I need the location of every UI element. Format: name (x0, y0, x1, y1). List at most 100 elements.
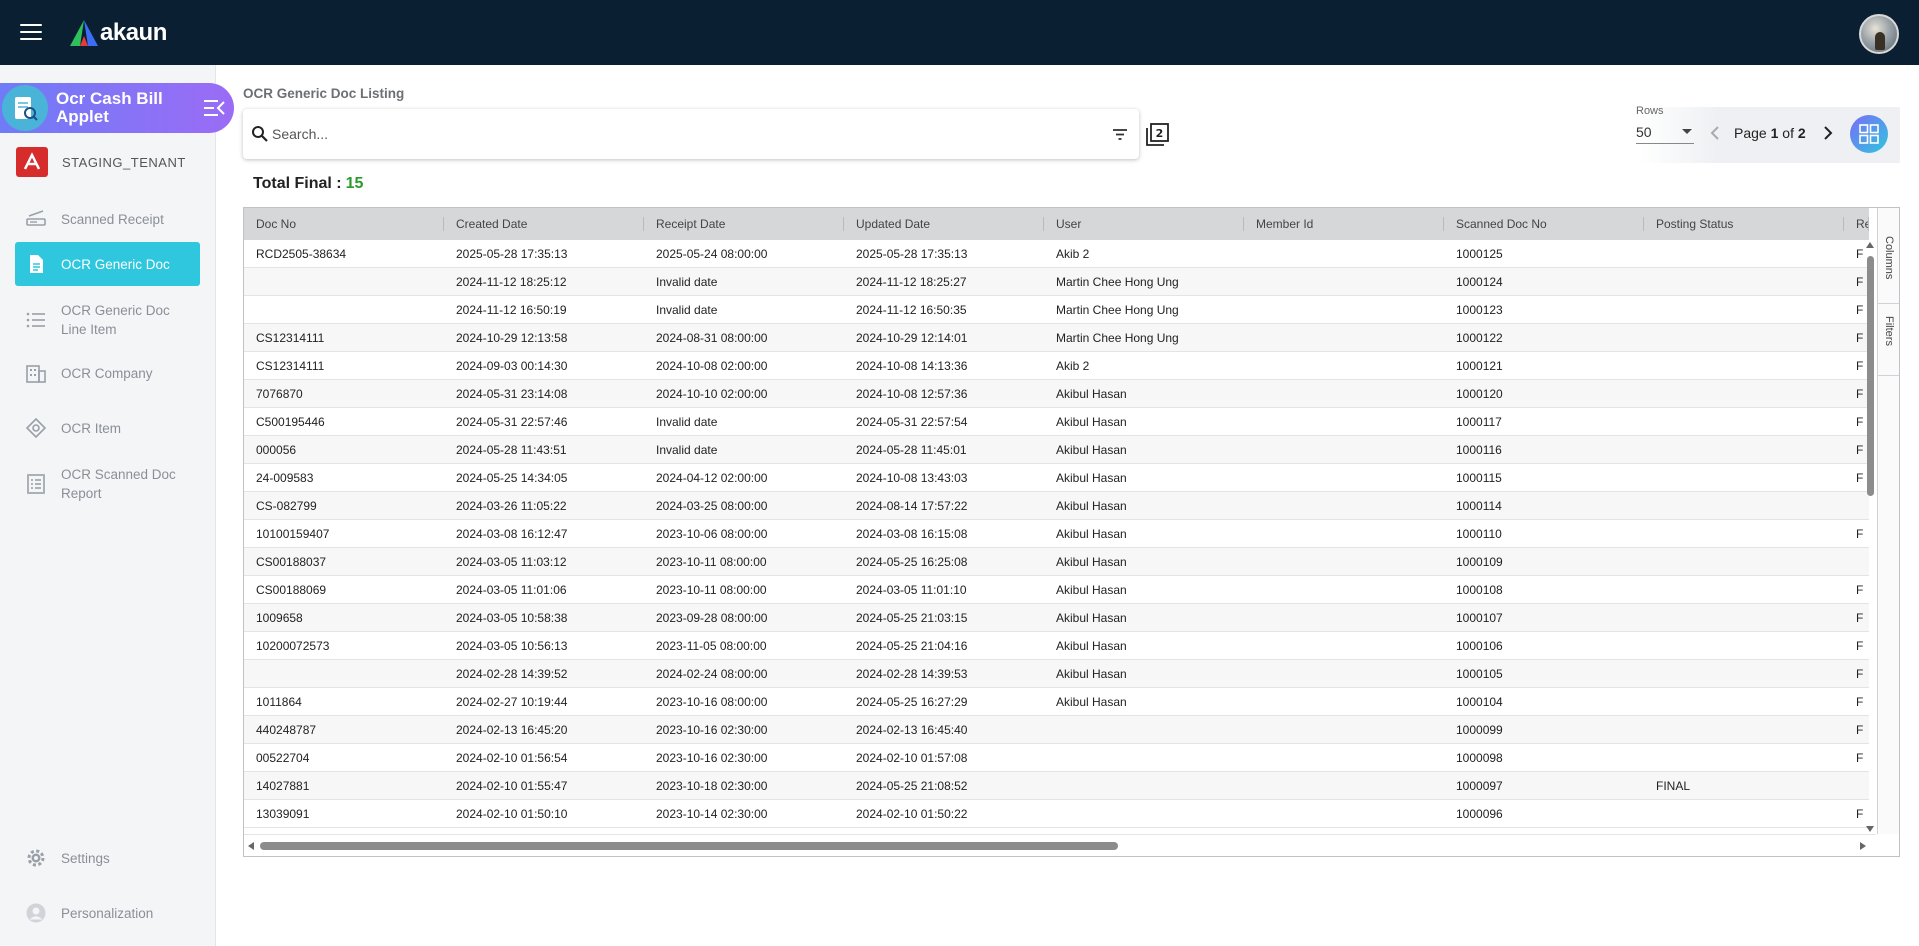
collapse-sidebar-icon[interactable] (202, 97, 226, 119)
table-cell: RCD2505-38634 (256, 246, 347, 261)
table-row[interactable]: CS12314111 2024-10-29 12:13:58 2024-08-31 … (244, 324, 1869, 352)
table-cell: 2024-10-08 14:13:36 (856, 358, 968, 373)
table-row[interactable]: 2024-02-28 14:39:52 2024-02-24 08:00:00 20… (244, 660, 1869, 688)
table-row[interactable]: CS00188069 2024-03-05 11:01:06 2023-10-11 … (244, 576, 1869, 604)
table-cell: 2024-10-29 12:14:01 (856, 330, 968, 345)
sidebar-item-ocr-generic-doc-line-item[interactable]: OCR Generic Doc Line Item (15, 297, 200, 343)
column-header[interactable]: Rea (1844, 208, 1869, 240)
brand-logo[interactable]: akaun (70, 18, 167, 48)
table-row[interactable]: 440248787 2024-02-13 16:45:20 2023-10-16 0… (244, 716, 1869, 744)
table-cell: 2024-05-31 22:57:54 (856, 414, 968, 429)
table-row[interactable]: 1009658 2024-03-05 10:58:38 2023-09-28 08:… (244, 604, 1869, 632)
table-cell (1644, 548, 1844, 575)
table-cell: 2023-10-16 02:30:00 (656, 750, 768, 765)
column-header[interactable]: Created Date (444, 208, 644, 240)
menu-icon[interactable] (20, 24, 42, 40)
table-cell: Akibul Hasan (1056, 554, 1127, 569)
page-title: OCR Generic Doc Listing (243, 86, 405, 101)
table-row[interactable]: 13039091 2024-02-10 01:50:10 2023-10-14 02… (244, 800, 1869, 828)
horizontal-scroll-thumb[interactable] (260, 842, 1118, 850)
user-avatar[interactable] (1859, 14, 1899, 54)
filter-icon[interactable] (1111, 125, 1129, 143)
table-row[interactable]: CS-082799 2024-03-26 11:05:22 2024-03-25 0… (244, 492, 1869, 520)
table-row[interactable]: 000056 2024-05-28 11:43:51 Invalid date 202… (244, 436, 1869, 464)
table-cell: 1000121 (1456, 358, 1503, 373)
prev-page-icon[interactable] (1707, 125, 1723, 141)
sidebar-item-settings[interactable]: Settings (15, 847, 110, 869)
columns-tab[interactable]: Columns (1878, 232, 1899, 304)
horizontal-scrollbar[interactable] (244, 834, 1876, 856)
table-cell (1244, 464, 1444, 491)
column-header[interactable]: User (1044, 208, 1244, 240)
column-header[interactable]: Receipt Date (644, 208, 844, 240)
sidebar-item-ocr-item[interactable]: OCR Item (15, 406, 200, 450)
table-row[interactable]: 00522704 2024-02-10 01:56:54 2023-10-16 02… (244, 744, 1869, 772)
table-row[interactable]: 2024-11-12 18:25:12 Invalid date 2024-11-1… (244, 268, 1869, 296)
sidebar-item-ocr-scanned-doc-report[interactable]: OCR Scanned Doc Report (15, 461, 200, 507)
column-header[interactable]: Member Id (1244, 208, 1444, 240)
sidebar-item-ocr-generic-doc[interactable]: OCR Generic Doc (15, 242, 200, 286)
table-row[interactable]: 14027881 2024-02-10 01:55:47 2023-10-18 02… (244, 772, 1869, 800)
table-row[interactable]: CS00188037 2024-03-05 11:03:12 2023-10-11 … (244, 548, 1869, 576)
search-input[interactable] (272, 126, 1092, 142)
table-cell: 2024-03-05 10:58:38 (456, 610, 568, 625)
scanner-icon (26, 210, 46, 226)
rows-per-page-select[interactable]: 50 (1636, 120, 1694, 144)
table-row[interactable]: 1011864 2024-02-27 10:19:44 2023-10-16 08:… (244, 688, 1869, 716)
table-cell (1644, 296, 1844, 323)
table-cell: 2024-10-10 02:00:00 (656, 386, 768, 401)
scroll-right-icon[interactable] (1860, 842, 1866, 850)
table-cell: Martin Chee Hong Ung (1056, 274, 1179, 289)
table-cell: 2024-05-25 21:04:16 (856, 638, 968, 653)
table-cell: 1000097 (1456, 778, 1503, 793)
grid-view-button[interactable] (1850, 115, 1888, 153)
table-cell: 2024-02-10 01:56:54 (456, 750, 568, 765)
table-cell: 2024-03-08 16:15:08 (856, 526, 968, 541)
total-final-label: Total Final : (253, 175, 342, 192)
sidebar-item-ocr-company[interactable]: OCR Company (15, 351, 200, 395)
column-header[interactable]: Scanned Doc No (1444, 208, 1644, 240)
table-cell (1644, 716, 1844, 743)
page-prefix: Page (1734, 125, 1767, 141)
sidebar-item-personalization[interactable]: Personalization (15, 902, 153, 924)
table-row[interactable]: 24-009583 2024-05-25 14:34:05 2024-04-12 0… (244, 464, 1869, 492)
column-header[interactable]: Updated Date (844, 208, 1044, 240)
brand-name: akaun (100, 19, 167, 46)
duplicate-count-icon[interactable]: 2 (1144, 122, 1170, 148)
table-cell: 1000115 (1456, 470, 1502, 485)
scroll-left-icon[interactable] (248, 842, 254, 850)
table-cell: Martin Chee Hong Ung (1056, 302, 1179, 317)
applet-header: Ocr Cash Bill Applet (0, 83, 234, 133)
akaun-logo-icon (70, 20, 98, 46)
table-cell: 2024-05-28 11:43:51 (456, 442, 567, 457)
table-row[interactable]: 2024-11-12 16:50:19 Invalid date 2024-11-1… (244, 296, 1869, 324)
table-cell (1644, 688, 1844, 715)
sidebar-item-scanned-receipt[interactable]: Scanned Receipt (15, 197, 200, 241)
vertical-scrollbar[interactable] (1865, 240, 1875, 834)
table-row[interactable]: C500195446 2024-05-31 22:57:46 Invalid dat… (244, 408, 1869, 436)
table-row[interactable]: 10200072573 2024-03-05 10:56:13 2023-11-05… (244, 632, 1869, 660)
table-cell: 1000107 (1456, 610, 1503, 625)
table-row[interactable]: 10100159407 2024-03-08 16:12:47 2023-10-06… (244, 520, 1869, 548)
scroll-down-icon[interactable] (1866, 826, 1874, 832)
table-cell: 2024-02-13 16:45:40 (856, 722, 968, 737)
filters-tab[interactable]: Filters (1878, 312, 1899, 376)
table-row[interactable]: RCD2505-38634 2025-05-28 17:35:13 2025-05-… (244, 240, 1869, 268)
next-page-icon[interactable] (1820, 125, 1836, 141)
list-icon (26, 312, 45, 328)
receipt-scan-icon (2, 85, 48, 131)
scroll-up-icon[interactable] (1866, 242, 1874, 248)
column-header[interactable]: Posting Status (1644, 208, 1844, 240)
table-row[interactable]: 7076870 2024-05-31 23:14:08 2024-10-10 02:… (244, 380, 1869, 408)
table-cell: 2024-03-26 11:05:22 (456, 498, 567, 513)
table-cell: 2024-10-08 02:00:00 (656, 358, 768, 373)
column-header[interactable]: Doc No (244, 208, 444, 240)
vertical-scroll-thumb[interactable] (1867, 256, 1874, 496)
table-cell: 1000096 (1456, 806, 1503, 821)
table-row[interactable]: CS12314111 2024-09-03 00:14:30 2024-10-08 … (244, 352, 1869, 380)
grid-side-panel: Columns Filters (1877, 208, 1899, 834)
tenant-selector[interactable]: STAGING_TENANT (16, 147, 186, 177)
table-cell (1044, 800, 1244, 827)
table-cell (1244, 492, 1444, 519)
table-cell (1244, 520, 1444, 547)
